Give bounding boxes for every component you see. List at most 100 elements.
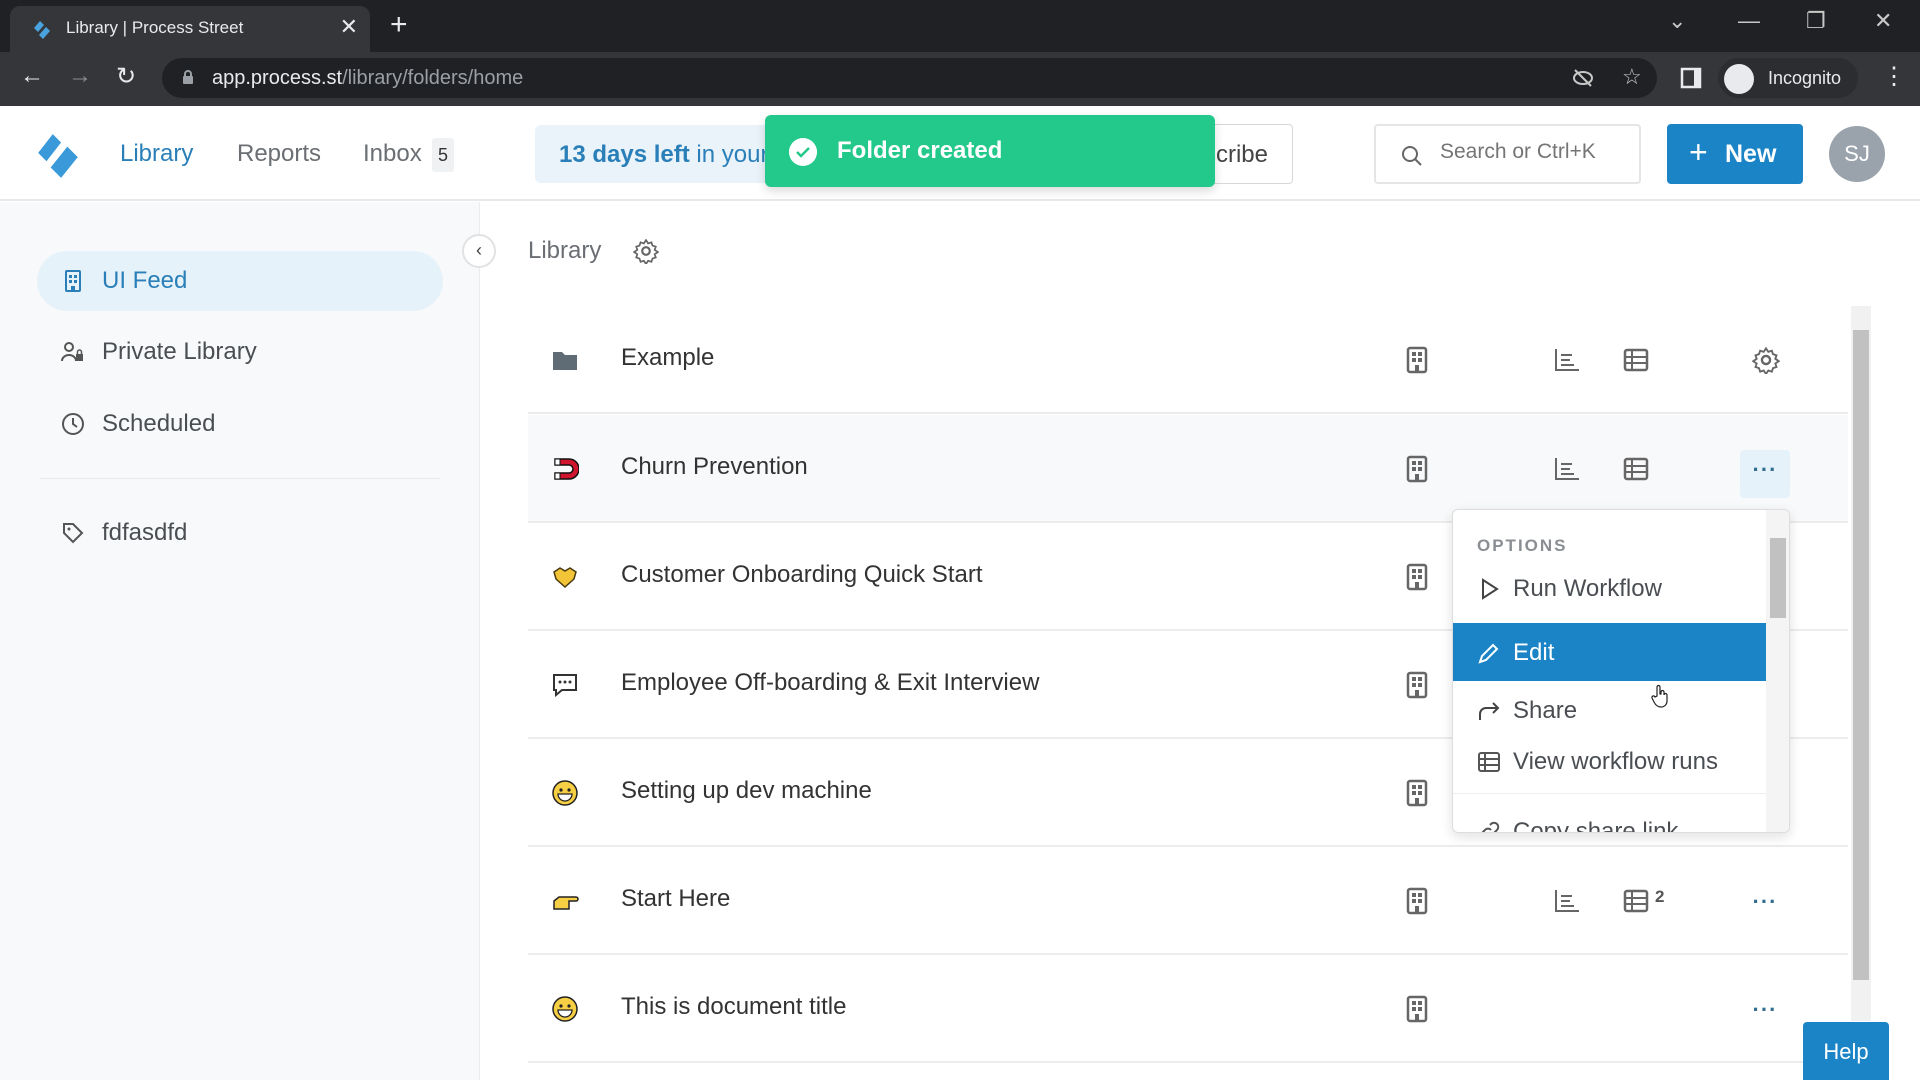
- building-icon: [65, 270, 81, 292]
- building-icon[interactable]: [1406, 346, 1428, 374]
- star-icon[interactable]: ☆: [1622, 64, 1642, 90]
- reports-icon[interactable]: [1554, 348, 1580, 372]
- row-title[interactable]: Employee Off-boarding & Exit Interview: [621, 669, 1039, 697]
- building-icon[interactable]: [1406, 455, 1428, 483]
- menu-item-view-workflow-runs[interactable]: View workflow runs: [1453, 732, 1766, 790]
- minimize-icon[interactable]: —: [1738, 8, 1760, 34]
- tag-icon: [63, 523, 84, 544]
- workflow-row[interactable]: This is document title ···: [528, 955, 1848, 1063]
- play-icon: [1482, 578, 1499, 600]
- menu-item-copy-share-link[interactable]: Copy share link: [1453, 802, 1766, 833]
- workflow-row[interactable]: Start Here 2 ···: [528, 847, 1848, 955]
- eye-off-icon[interactable]: [1572, 68, 1594, 88]
- toast-notification: Folder created: [765, 115, 1215, 187]
- inbox-count-badge: 5: [432, 138, 454, 172]
- tab-search-icon[interactable]: ⌄: [1668, 8, 1686, 34]
- grinning-face-icon: [551, 995, 579, 1023]
- speech-bubble-icon: [551, 671, 579, 699]
- new-tab-button[interactable]: +: [390, 8, 408, 42]
- reports-icon[interactable]: [1554, 457, 1580, 481]
- browser-tab[interactable]: Library | Process Street ✕: [10, 6, 370, 52]
- more-options-button[interactable]: ···: [1740, 990, 1790, 1038]
- forward-icon[interactable]: →: [68, 62, 92, 90]
- help-button[interactable]: Help: [1803, 1022, 1889, 1080]
- library-settings-icon[interactable]: [633, 238, 659, 264]
- sidebar-item-label: Private Library: [102, 338, 257, 365]
- menu-item-label: Run Workflow: [1513, 575, 1662, 602]
- sidebar-item-scheduled[interactable]: Scheduled: [37, 394, 443, 454]
- reload-icon[interactable]: ↻: [116, 62, 136, 91]
- sidebar-item-ui-feed[interactable]: UI Feed: [37, 251, 443, 311]
- close-tab-icon[interactable]: ✕: [340, 14, 358, 40]
- more-options-button[interactable]: ···: [1740, 882, 1790, 930]
- workflow-runs-icon[interactable]: [1623, 348, 1649, 372]
- pencil-icon: [1478, 643, 1499, 664]
- search-box[interactable]: [1374, 124, 1641, 184]
- handshake-icon: [551, 563, 579, 591]
- incognito-label: Incognito: [1768, 68, 1842, 88]
- list-scrollbar-thumb[interactable]: [1853, 330, 1869, 980]
- trial-banner: 13 days left in your trial: [535, 125, 775, 183]
- magnet-icon: [551, 455, 580, 483]
- share-icon: [1479, 702, 1500, 720]
- menu-scrollbar-thumb[interactable]: [1770, 538, 1786, 618]
- sidebar-item-private-library[interactable]: Private Library: [37, 322, 443, 382]
- close-window-icon[interactable]: ✕: [1874, 8, 1892, 34]
- process-street-logo-icon: [34, 21, 50, 39]
- toast-message: Folder created: [837, 137, 1003, 164]
- folder-icon: [551, 346, 579, 374]
- side-panel-icon[interactable]: [1680, 67, 1702, 89]
- building-icon[interactable]: [1406, 671, 1428, 699]
- collapse-sidebar-button[interactable]: ‹: [462, 234, 496, 268]
- back-icon[interactable]: ←: [20, 62, 44, 90]
- menu-item-run-workflow[interactable]: Run Workflow: [1453, 559, 1766, 617]
- sidebar-item-label: UI Feed: [102, 267, 188, 294]
- row-title[interactable]: Start Here: [621, 885, 730, 913]
- folder-settings-icon[interactable]: [1751, 346, 1781, 376]
- user-avatar[interactable]: SJ: [1829, 126, 1885, 182]
- building-icon[interactable]: [1406, 563, 1428, 591]
- workflow-runs-icon[interactable]: [1623, 889, 1649, 913]
- building-icon[interactable]: [1406, 995, 1428, 1023]
- user-lock-icon: [61, 342, 83, 362]
- menu-item-edit[interactable]: Edit: [1453, 623, 1766, 681]
- reports-icon[interactable]: [1554, 889, 1580, 913]
- building-icon[interactable]: [1406, 887, 1428, 915]
- sidebar-tag-label: fdfasdfd: [102, 519, 188, 546]
- folder-row[interactable]: Example: [528, 306, 1848, 414]
- search-icon: [1402, 146, 1422, 166]
- more-options-button[interactable]: ···: [1740, 450, 1790, 498]
- building-icon[interactable]: [1406, 779, 1428, 807]
- workflow-runs-icon[interactable]: [1623, 457, 1649, 481]
- new-button[interactable]: + New: [1667, 124, 1803, 184]
- row-title[interactable]: Customer Onboarding Quick Start: [621, 561, 983, 589]
- menu-item-share[interactable]: Share: [1453, 681, 1766, 739]
- row-title[interactable]: Example: [621, 344, 714, 372]
- app-logo-icon[interactable]: [34, 130, 84, 180]
- browser-menu-icon[interactable]: ⋮: [1882, 62, 1906, 91]
- options-menu: OPTIONS Run Workflow Edit Share View wor…: [1452, 509, 1790, 833]
- search-input[interactable]: [1440, 140, 1630, 164]
- nav-reports[interactable]: Reports: [237, 140, 321, 168]
- clock-icon: [62, 413, 84, 435]
- hand-cursor-icon: [1651, 684, 1668, 708]
- grinning-face-icon: [551, 779, 579, 807]
- row-title[interactable]: Setting up dev machine: [621, 777, 872, 805]
- restore-icon[interactable]: ❐: [1806, 8, 1826, 34]
- nav-library[interactable]: Library: [120, 140, 193, 168]
- row-title[interactable]: Churn Prevention: [621, 453, 808, 481]
- sidebar-item-label: Scheduled: [102, 410, 216, 437]
- breadcrumb[interactable]: Library: [528, 237, 601, 265]
- workflow-row[interactable]: Churn Prevention ···: [528, 415, 1848, 523]
- sidebar-divider: [40, 478, 440, 479]
- link-icon: [1481, 821, 1500, 832]
- incognito-icon: [1724, 64, 1754, 94]
- menu-item-label: View workflow runs: [1513, 748, 1718, 775]
- nav-inbox[interactable]: Inbox: [363, 140, 422, 168]
- sidebar-tag-fdfasdfd[interactable]: fdfasdfd: [37, 503, 443, 563]
- incognito-badge[interactable]: Incognito: [1718, 58, 1858, 98]
- new-label: New: [1725, 140, 1777, 168]
- row-title[interactable]: This is document title: [621, 993, 846, 1021]
- menu-item-label: Copy share link: [1513, 818, 1679, 833]
- url-input[interactable]: app.process.st/library/folders/home ☆: [162, 58, 1657, 98]
